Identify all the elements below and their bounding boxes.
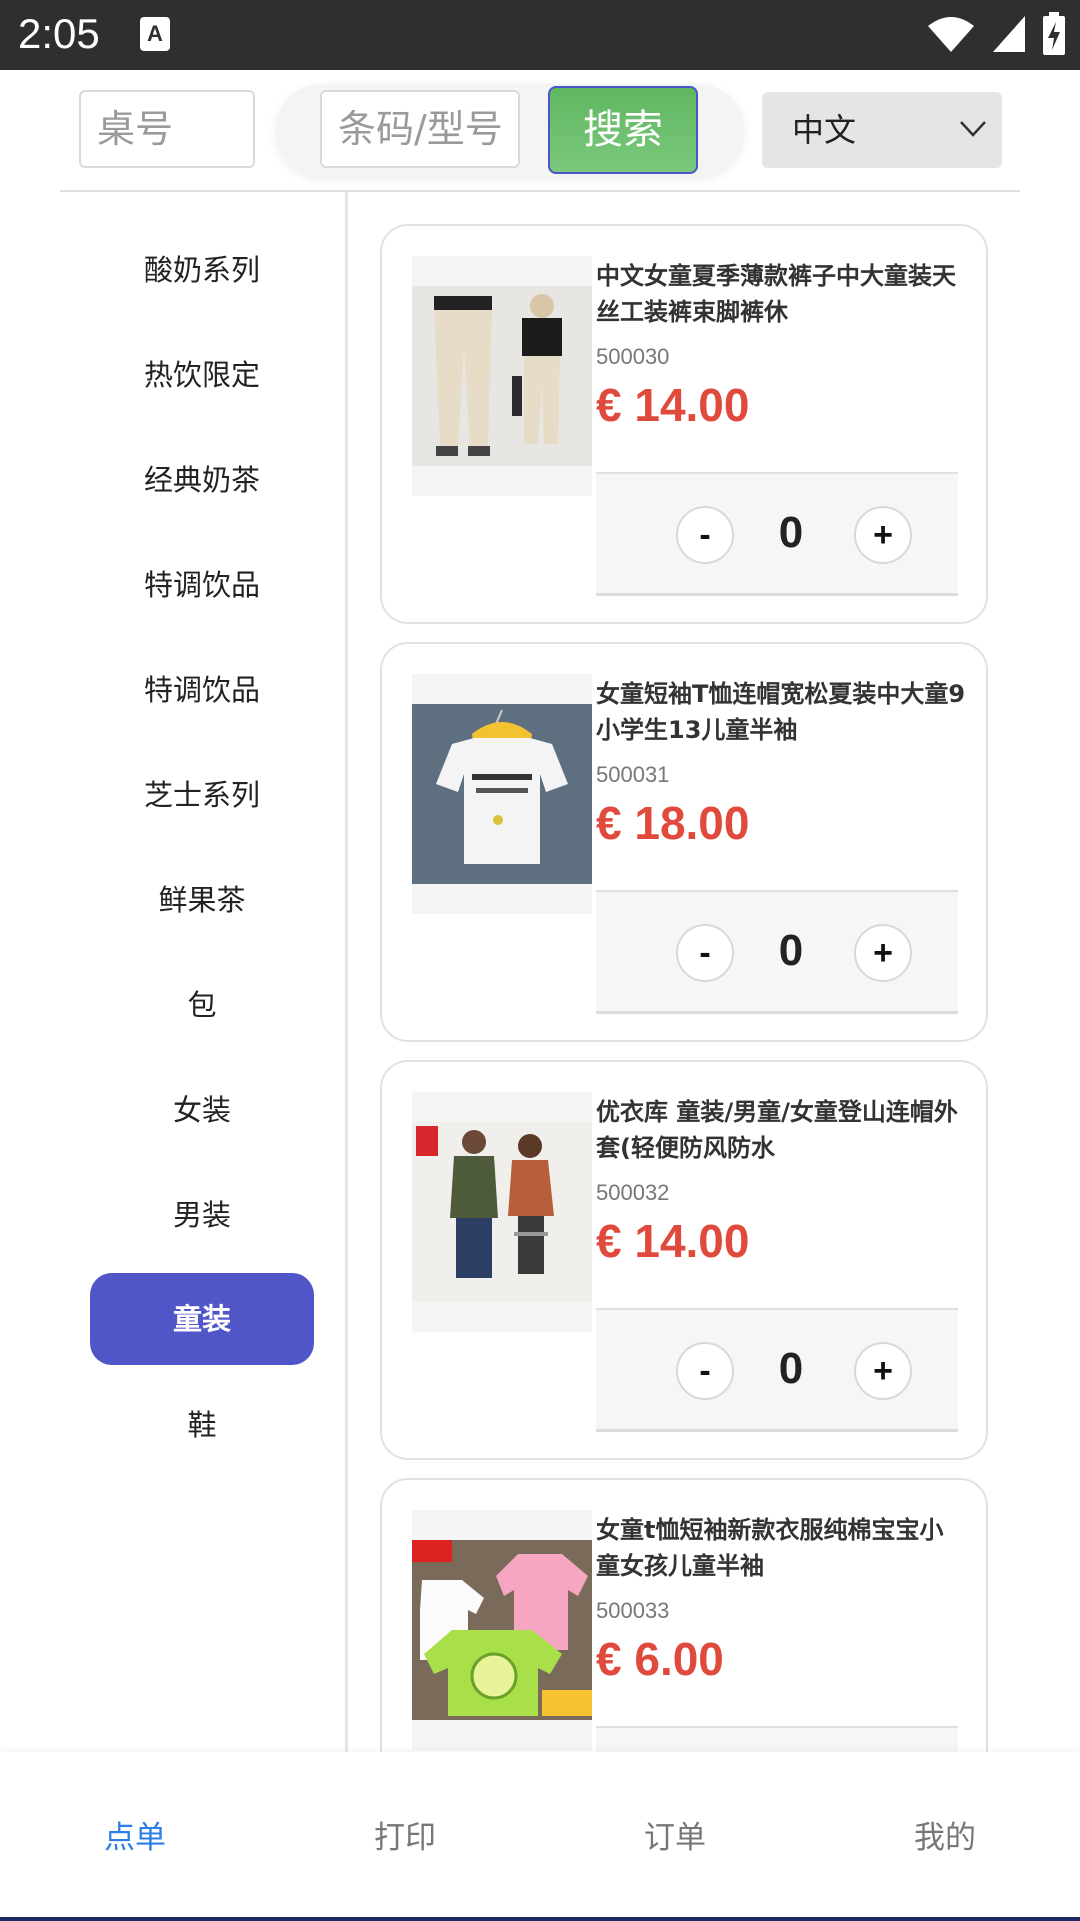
bottom-navigation: 点单 打印 订单 我的	[0, 1752, 1080, 1921]
nav-orders[interactable]: 订单	[540, 1812, 810, 1857]
category-item[interactable]: 特调饮品	[90, 540, 314, 630]
search-button[interactable]: 搜索	[548, 86, 698, 174]
language-select-value: 中文	[792, 111, 857, 149]
product-name: 优衣库 童装/男童/女童登山连帽外套(轻便防风防水	[596, 1098, 958, 1162]
product-price: € 14.00	[596, 379, 750, 431]
product-price: € 18.00	[596, 797, 750, 849]
header-bar: 桌号 条码/型号 搜索 中文	[0, 70, 1080, 192]
product-image	[412, 1510, 592, 1750]
category-item-active[interactable]: 童装	[90, 1273, 314, 1365]
product-card[interactable]: 女童短袖T恤连帽宽松夏装中大童9小学生13儿童半袖 500031 € 18.00…	[380, 642, 988, 1042]
product-photo-jackets	[412, 1122, 592, 1302]
product-card[interactable]: 优衣库 童装/男童/女童登山连帽外套(轻便防风防水 500032 € 14.00…	[380, 1060, 988, 1460]
category-item[interactable]: 鲜果茶	[90, 855, 314, 945]
product-photo-tshirts	[412, 1540, 592, 1720]
product-code: 500032	[596, 1180, 670, 1205]
nav-order[interactable]: 点单	[0, 1812, 270, 1857]
category-item[interactable]: 热饮限定	[90, 330, 314, 420]
product-card[interactable]: 中文女童夏季薄款裤子中大童装天丝工装裤束脚裤休 500030 € 14.00 -…	[380, 224, 988, 624]
battery-charging-icon	[1043, 12, 1065, 55]
status-bar: 2:05 A	[0, 0, 1080, 70]
sidebar-divider	[345, 192, 348, 1752]
category-item[interactable]: 男装	[90, 1170, 314, 1260]
product-image	[412, 256, 592, 496]
category-item[interactable]: 芝士系列	[90, 750, 314, 840]
system-icons	[916, 12, 1066, 58]
status-time: 2:05	[18, 10, 100, 57]
decrement-button[interactable]: -	[676, 924, 734, 982]
quantity-value: 0	[778, 508, 804, 557]
increment-button[interactable]: +	[854, 1342, 912, 1400]
quantity-value: 0	[778, 926, 804, 975]
language-select[interactable]: 中文	[762, 92, 1002, 168]
product-name: 中文女童夏季薄款裤子中大童装天丝工装裤束脚裤休	[596, 262, 956, 326]
bottom-edge	[0, 1917, 1080, 1921]
decrement-button[interactable]: -	[676, 506, 734, 564]
product-code: 500030	[596, 344, 670, 369]
product-photo-hoodie-tee	[412, 704, 592, 884]
product-name: 女童t恤短袖新款衣服纯棉宝宝小童女孩儿童半袖	[596, 1516, 944, 1580]
table-number-input[interactable]: 桌号	[79, 90, 255, 168]
nav-print[interactable]: 打印	[270, 1812, 540, 1857]
product-code: 500031	[596, 762, 670, 787]
app-notification-icon: A	[140, 17, 170, 51]
category-item[interactable]: 包	[90, 960, 314, 1050]
product-name: 女童短袖T恤连帽宽松夏装中大童9小学生13儿童半袖	[596, 680, 966, 744]
chevron-down-icon	[960, 121, 986, 137]
category-sidebar: 酸奶系列 热饮限定 经典奶茶 特调饮品 特调饮品 芝士系列 鲜果茶 包 女装 男…	[60, 192, 346, 1752]
product-code: 500033	[596, 1598, 670, 1623]
category-item[interactable]: 女装	[90, 1065, 314, 1155]
product-photo-pants	[412, 286, 592, 466]
quantity-value: 0	[778, 1344, 804, 1393]
category-item[interactable]: 酸奶系列	[90, 225, 314, 315]
increment-button[interactable]: +	[854, 924, 912, 982]
category-item[interactable]: 鞋	[90, 1380, 314, 1470]
category-item[interactable]: 特调饮品	[90, 645, 314, 735]
product-price: € 6.00	[596, 1633, 724, 1685]
product-price: € 14.00	[596, 1215, 750, 1267]
wifi-icon	[927, 17, 974, 52]
product-image	[412, 674, 592, 914]
decrement-button[interactable]: -	[676, 1342, 734, 1400]
product-image	[412, 1092, 592, 1332]
cell-signal-icon	[992, 16, 1025, 52]
increment-button[interactable]: +	[854, 506, 912, 564]
quantity-stepper: - 0 +	[596, 1308, 958, 1432]
barcode-search-input[interactable]: 条码/型号	[320, 90, 520, 168]
nav-mine[interactable]: 我的	[810, 1812, 1080, 1857]
category-item[interactable]: 经典奶茶	[90, 435, 314, 525]
quantity-stepper: - 0 +	[596, 472, 958, 596]
quantity-stepper: - 0 +	[596, 890, 958, 1014]
